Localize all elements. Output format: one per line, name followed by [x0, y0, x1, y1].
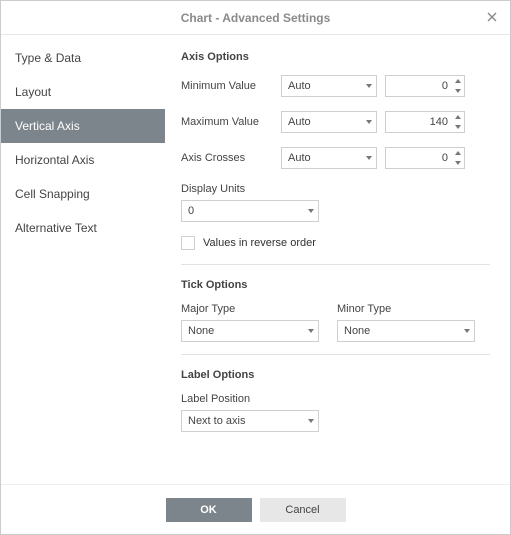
- chevron-down-icon: [464, 329, 470, 333]
- spinner-up-icon[interactable]: [455, 115, 461, 119]
- max-value-label: Maximum Value: [181, 116, 273, 128]
- display-units-block: Display Units 0: [181, 183, 490, 222]
- max-value-mode-select[interactable]: Auto: [281, 111, 377, 133]
- sidebar-item-label: Type & Data: [15, 51, 81, 65]
- chevron-down-icon: [366, 84, 372, 88]
- minor-type-label: Minor Type: [337, 303, 475, 315]
- chevron-down-icon: [308, 209, 314, 213]
- reverse-order-label: Values in reverse order: [203, 237, 316, 249]
- divider: [181, 354, 490, 355]
- spinner-value: 0: [442, 152, 448, 164]
- label-position-label: Label Position: [181, 393, 490, 405]
- min-value-row: Minimum Value Auto 0: [181, 75, 490, 97]
- close-button[interactable]: [482, 7, 502, 27]
- label-position-select[interactable]: Next to axis: [181, 410, 319, 432]
- ok-button[interactable]: OK: [166, 498, 252, 522]
- dialog-body: Type & Data Layout Vertical Axis Horizon…: [1, 35, 510, 484]
- cancel-button[interactable]: Cancel: [260, 498, 346, 522]
- sidebar-item-label: Alternative Text: [15, 221, 97, 235]
- select-value: None: [344, 325, 370, 337]
- select-value: Auto: [288, 80, 311, 92]
- sidebar-item-label: Vertical Axis: [15, 119, 80, 133]
- reverse-order-row: Values in reverse order: [181, 236, 490, 250]
- sidebar-item-label: Cell Snapping: [15, 187, 90, 201]
- sidebar-item-label: Layout: [15, 85, 51, 99]
- axis-options-heading: Axis Options: [181, 51, 490, 63]
- axis-crosses-row: Axis Crosses Auto 0: [181, 147, 490, 169]
- major-type-select[interactable]: None: [181, 320, 319, 342]
- axis-crosses-spinner[interactable]: 0: [385, 147, 465, 169]
- close-icon: [487, 9, 497, 25]
- min-value-spinner[interactable]: 0: [385, 75, 465, 97]
- spinner-up-icon[interactable]: [455, 151, 461, 155]
- sidebar-item-cell-snapping[interactable]: Cell Snapping: [1, 177, 165, 211]
- minor-type-col: Minor Type None: [337, 303, 475, 342]
- max-value-row: Maximum Value Auto 140: [181, 111, 490, 133]
- spinner-value: 0: [442, 80, 448, 92]
- axis-crosses-label: Axis Crosses: [181, 152, 273, 164]
- chevron-down-icon: [308, 329, 314, 333]
- dialog-title: Chart - Advanced Settings: [181, 11, 331, 25]
- spinner-down-icon[interactable]: [455, 89, 461, 93]
- sidebar-item-vertical-axis[interactable]: Vertical Axis: [1, 109, 165, 143]
- major-type-label: Major Type: [181, 303, 319, 315]
- divider: [181, 264, 490, 265]
- button-label: OK: [200, 504, 217, 516]
- select-value: Next to axis: [188, 415, 245, 427]
- display-units-select[interactable]: 0: [181, 200, 319, 222]
- button-label: Cancel: [285, 504, 319, 516]
- titlebar: Chart - Advanced Settings: [1, 1, 510, 35]
- min-value-label: Minimum Value: [181, 80, 273, 92]
- axis-crosses-mode-select[interactable]: Auto: [281, 147, 377, 169]
- spinner-down-icon[interactable]: [455, 125, 461, 129]
- select-value: 0: [188, 205, 194, 217]
- tick-options-heading: Tick Options: [181, 279, 490, 291]
- reverse-order-checkbox[interactable]: [181, 236, 195, 250]
- sidebar-item-type-data[interactable]: Type & Data: [1, 41, 165, 75]
- spinner-value: 140: [430, 116, 448, 128]
- minor-type-select[interactable]: None: [337, 320, 475, 342]
- spinner-up-icon[interactable]: [455, 79, 461, 83]
- min-value-mode-select[interactable]: Auto: [281, 75, 377, 97]
- sidebar-item-layout[interactable]: Layout: [1, 75, 165, 109]
- label-position-block: Label Position Next to axis: [181, 393, 490, 432]
- dialog: Chart - Advanced Settings Type & Data La…: [0, 0, 511, 535]
- max-value-spinner[interactable]: 140: [385, 111, 465, 133]
- chevron-down-icon: [308, 419, 314, 423]
- sidebar-item-label: Horizontal Axis: [15, 153, 94, 167]
- sidebar-item-horizontal-axis[interactable]: Horizontal Axis: [1, 143, 165, 177]
- dialog-footer: OK Cancel: [1, 484, 510, 534]
- label-options-heading: Label Options: [181, 369, 490, 381]
- chevron-down-icon: [366, 120, 372, 124]
- major-type-col: Major Type None: [181, 303, 319, 342]
- tick-options-row: Major Type None Minor Type None: [181, 303, 490, 342]
- select-value: Auto: [288, 152, 311, 164]
- select-value: Auto: [288, 116, 311, 128]
- display-units-label: Display Units: [181, 183, 490, 195]
- spinner-down-icon[interactable]: [455, 161, 461, 165]
- chevron-down-icon: [366, 156, 372, 160]
- sidebar: Type & Data Layout Vertical Axis Horizon…: [1, 35, 165, 484]
- content-panel: Axis Options Minimum Value Auto 0 Maximu…: [165, 35, 510, 484]
- select-value: None: [188, 325, 214, 337]
- sidebar-item-alternative-text[interactable]: Alternative Text: [1, 211, 165, 245]
